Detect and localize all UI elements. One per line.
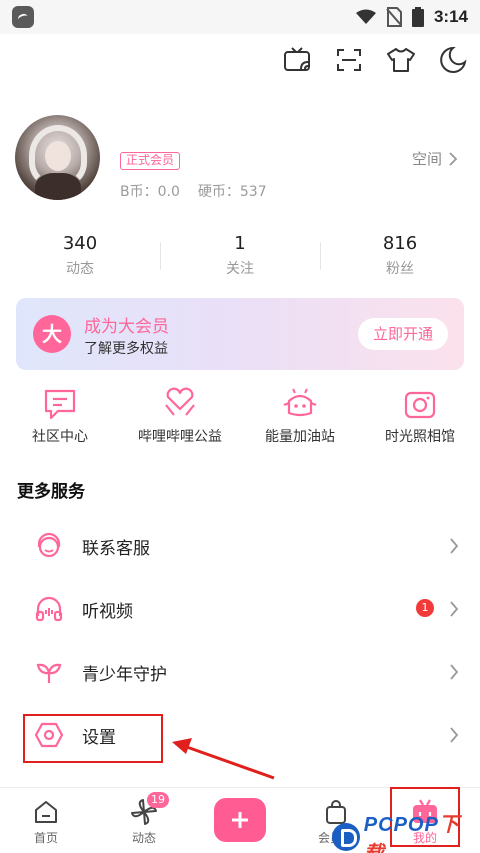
clock: 3:14: [433, 7, 468, 26]
avatar[interactable]: [15, 115, 100, 200]
headphones-icon: [33, 593, 65, 625]
energy-station-icon: [280, 386, 320, 422]
b-coin-balance: B币：0.0: [120, 184, 180, 200]
vip-logo-icon: 大: [33, 315, 71, 353]
chevron-right-icon: [446, 662, 462, 682]
tv-cast-icon[interactable]: [282, 42, 312, 78]
top-toolbar: [282, 42, 468, 78]
app-notification-icon: [12, 6, 34, 28]
community-chat-icon: [40, 386, 80, 422]
headset-icon: [33, 530, 65, 562]
wifi-icon: [355, 9, 376, 24]
vip-banner[interactable]: 大 成为大会员 了解更多权益 立即开通: [16, 298, 464, 370]
moon-icon[interactable]: [438, 42, 468, 78]
profile-stats: 340 动态 1 关注 816 粉丝: [0, 232, 480, 282]
vip-status-badge: 正式会员: [120, 152, 181, 170]
quick-entries: 社区中心 哔哩哔哩公益 能量加油站 时光照相馆: [0, 386, 480, 446]
service-contact-support[interactable]: 联系客服: [0, 514, 480, 577]
pinwheel-icon: 19: [129, 792, 169, 826]
heart-hands-icon: [160, 386, 200, 422]
vip-subtitle: 了解更多权益: [84, 341, 168, 357]
service-teen-protection[interactable]: 青少年守护: [0, 640, 480, 703]
publish-plus-button[interactable]: [214, 798, 266, 842]
space-label: 空间: [411, 150, 442, 168]
scan-icon[interactable]: [334, 42, 364, 78]
stat-dynamics[interactable]: 340 动态: [0, 232, 160, 282]
stat-following[interactable]: 1 关注: [160, 232, 320, 282]
watermark: PCPOP下载: [332, 808, 480, 853]
no-sim-icon: [386, 7, 402, 27]
camera-icon: [400, 386, 440, 422]
watermark-logo-icon: [332, 823, 360, 851]
stat-fans[interactable]: 816 粉丝: [320, 232, 480, 282]
dynamics-count-badge: 19: [147, 792, 169, 808]
nav-home[interactable]: 首页: [6, 788, 86, 853]
chevron-right-icon: [449, 151, 458, 166]
more-services-title: 更多服务: [17, 482, 85, 502]
hard-coin-balance: 硬币：537: [197, 184, 267, 200]
status-bar: 3:14: [0, 0, 480, 34]
chevron-right-icon: [446, 599, 462, 619]
settings-highlight-box: [23, 714, 163, 763]
vip-open-button[interactable]: 立即开通: [358, 318, 448, 350]
quick-entry-energy-station[interactable]: 能量加油站: [240, 386, 360, 446]
home-icon: [31, 798, 61, 826]
quick-entry-photo-studio[interactable]: 时光照相馆: [360, 386, 480, 446]
status-icons: 3:14: [355, 5, 468, 29]
sprout-icon: [33, 656, 65, 688]
chevron-right-icon: [446, 536, 462, 556]
quick-entry-charity[interactable]: 哔哩哔哩公益: [120, 386, 240, 446]
service-listen-video[interactable]: 听视频 1: [0, 577, 480, 640]
nav-dynamics[interactable]: 19 动态: [104, 788, 184, 853]
chevron-right-icon: [446, 725, 462, 745]
space-link[interactable]: 空间: [412, 148, 458, 169]
unread-badge: 1: [416, 599, 434, 617]
tshirt-icon[interactable]: [386, 42, 416, 78]
vip-title: 成为大会员: [84, 317, 169, 337]
plus-icon: [232, 812, 248, 828]
coin-balance: B币：0.0 硬币：537: [120, 181, 267, 201]
quick-entry-community[interactable]: 社区中心: [0, 386, 120, 446]
battery-icon: [411, 7, 424, 27]
pointer-arrow: [172, 738, 275, 780]
